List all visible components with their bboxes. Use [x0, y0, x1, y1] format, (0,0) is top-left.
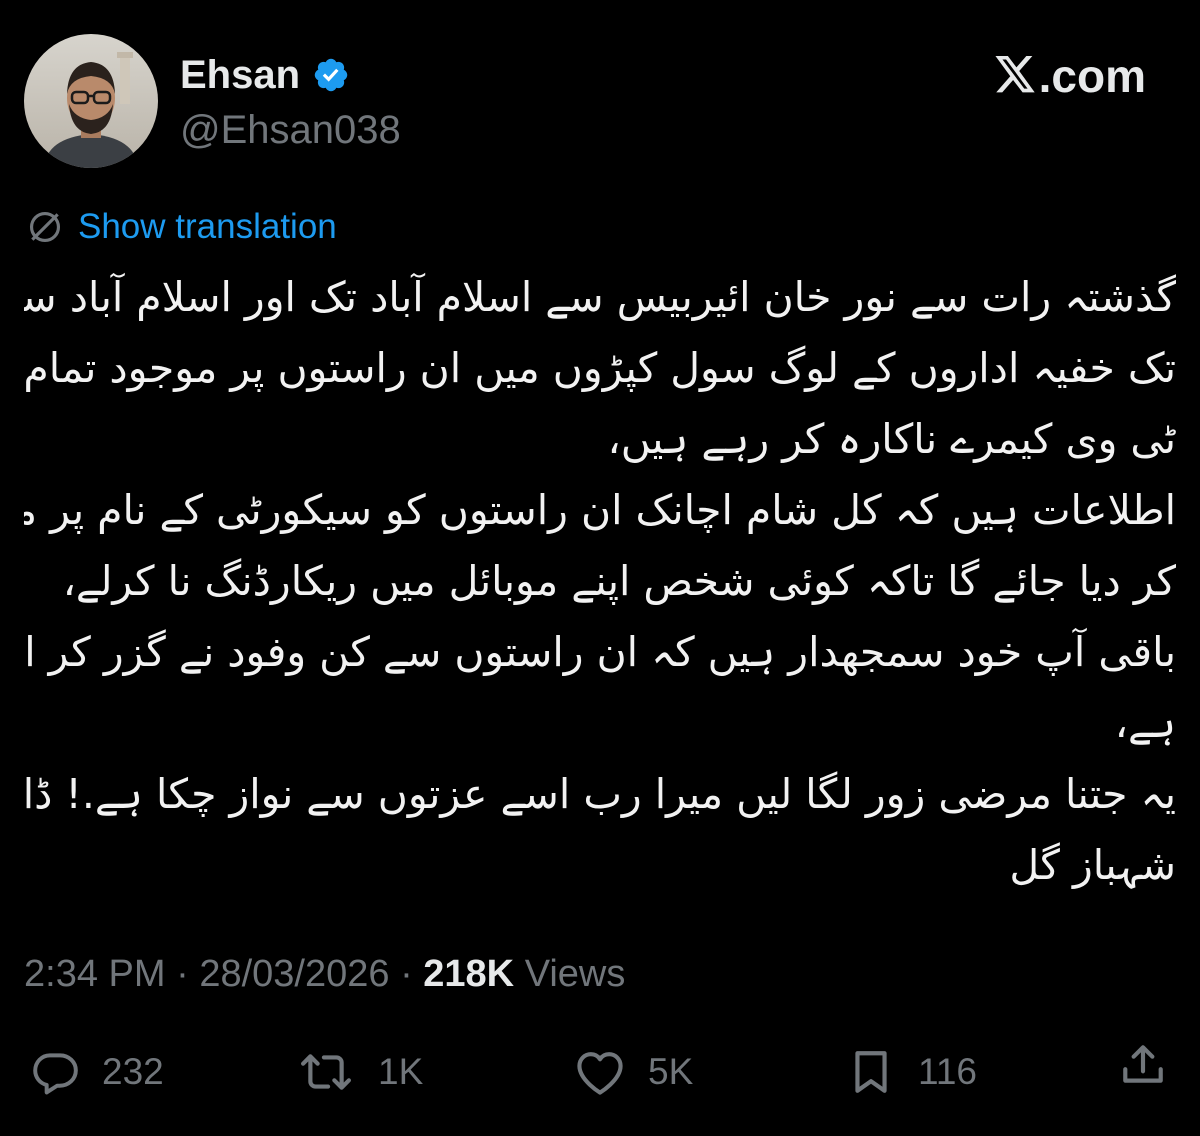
like-button[interactable]: 5K	[574, 1040, 693, 1104]
author-handle[interactable]: @Ehsan038	[180, 106, 401, 154]
x-logo-icon	[993, 56, 1037, 96]
reply-button[interactable]: 232	[30, 1040, 164, 1104]
action-bar: 232 1K 5K 116	[24, 1040, 1176, 1104]
tweet-text: گذشتہ رات سے نور خان ائیربیس سے اسلام آب…	[24, 262, 1176, 901]
avatar[interactable]	[24, 34, 158, 168]
views-count: 218K	[423, 953, 515, 995]
translate-globe-icon	[26, 208, 64, 246]
tweet-line: گذشتہ رات سے نور خان ائیربیس سے اسلام آب…	[24, 273, 1176, 321]
meta-separator: ·	[176, 953, 189, 995]
tweet-line: ٹی وی کیمرے ناکارہ کر رہے ہیں،	[607, 415, 1176, 463]
like-count: 5K	[648, 1051, 694, 1092]
display-name[interactable]: Ehsan	[180, 52, 300, 98]
show-translation-label[interactable]: Show translation	[78, 205, 337, 249]
tweet-date[interactable]: 28/03/2026	[199, 953, 389, 995]
bookmark-icon	[846, 1047, 896, 1097]
repost-button[interactable]: 1K	[296, 1040, 423, 1104]
share-button[interactable]	[1118, 1040, 1168, 1090]
share-icon	[1118, 1040, 1168, 1090]
reply-count: 232	[102, 1051, 164, 1092]
tweet-meta: 2:34 PM · 28/03/2026 · 218K Views	[24, 950, 625, 998]
tweet-line: اطلاعات ہیں کہ کل شام اچانک ان راستوں کو…	[24, 486, 1176, 534]
tweet-line: باقی آپ خود سمجھدار ہیں کہ ان راستوں سے …	[24, 628, 1176, 676]
tweet-line: ہے،	[1114, 699, 1176, 747]
bookmark-count: 116	[918, 1051, 977, 1092]
tweet-line: یہ جتنا مرضی زور لگا لیں میرا رب اسے عزت…	[24, 770, 1176, 818]
tweet-line: تک خفیہ اداروں کے لوگ سول کپڑوں میں ان ر…	[24, 344, 1176, 392]
repost-icon	[296, 1047, 356, 1097]
show-translation-button[interactable]: Show translation	[26, 205, 337, 249]
profile-photo	[24, 34, 158, 168]
tweet-line: کر دیا جائے گا تاکہ کوئی شخص اپنے موبائل…	[62, 557, 1176, 605]
bookmark-button[interactable]: 116	[846, 1040, 977, 1104]
brand-suffix: .com	[1038, 50, 1146, 102]
verified-badge-icon	[312, 56, 350, 94]
brand-logo: .com	[993, 50, 1146, 102]
tweet-line: شہباز گل	[1009, 841, 1176, 889]
reply-icon	[30, 1047, 80, 1097]
tweet-time[interactable]: 2:34 PM	[24, 953, 166, 995]
repost-count: 1K	[378, 1051, 424, 1092]
meta-separator: ·	[400, 953, 413, 995]
views-label: Views	[524, 953, 626, 995]
heart-icon	[574, 1047, 626, 1097]
author-name-row[interactable]: Ehsan	[180, 52, 350, 98]
